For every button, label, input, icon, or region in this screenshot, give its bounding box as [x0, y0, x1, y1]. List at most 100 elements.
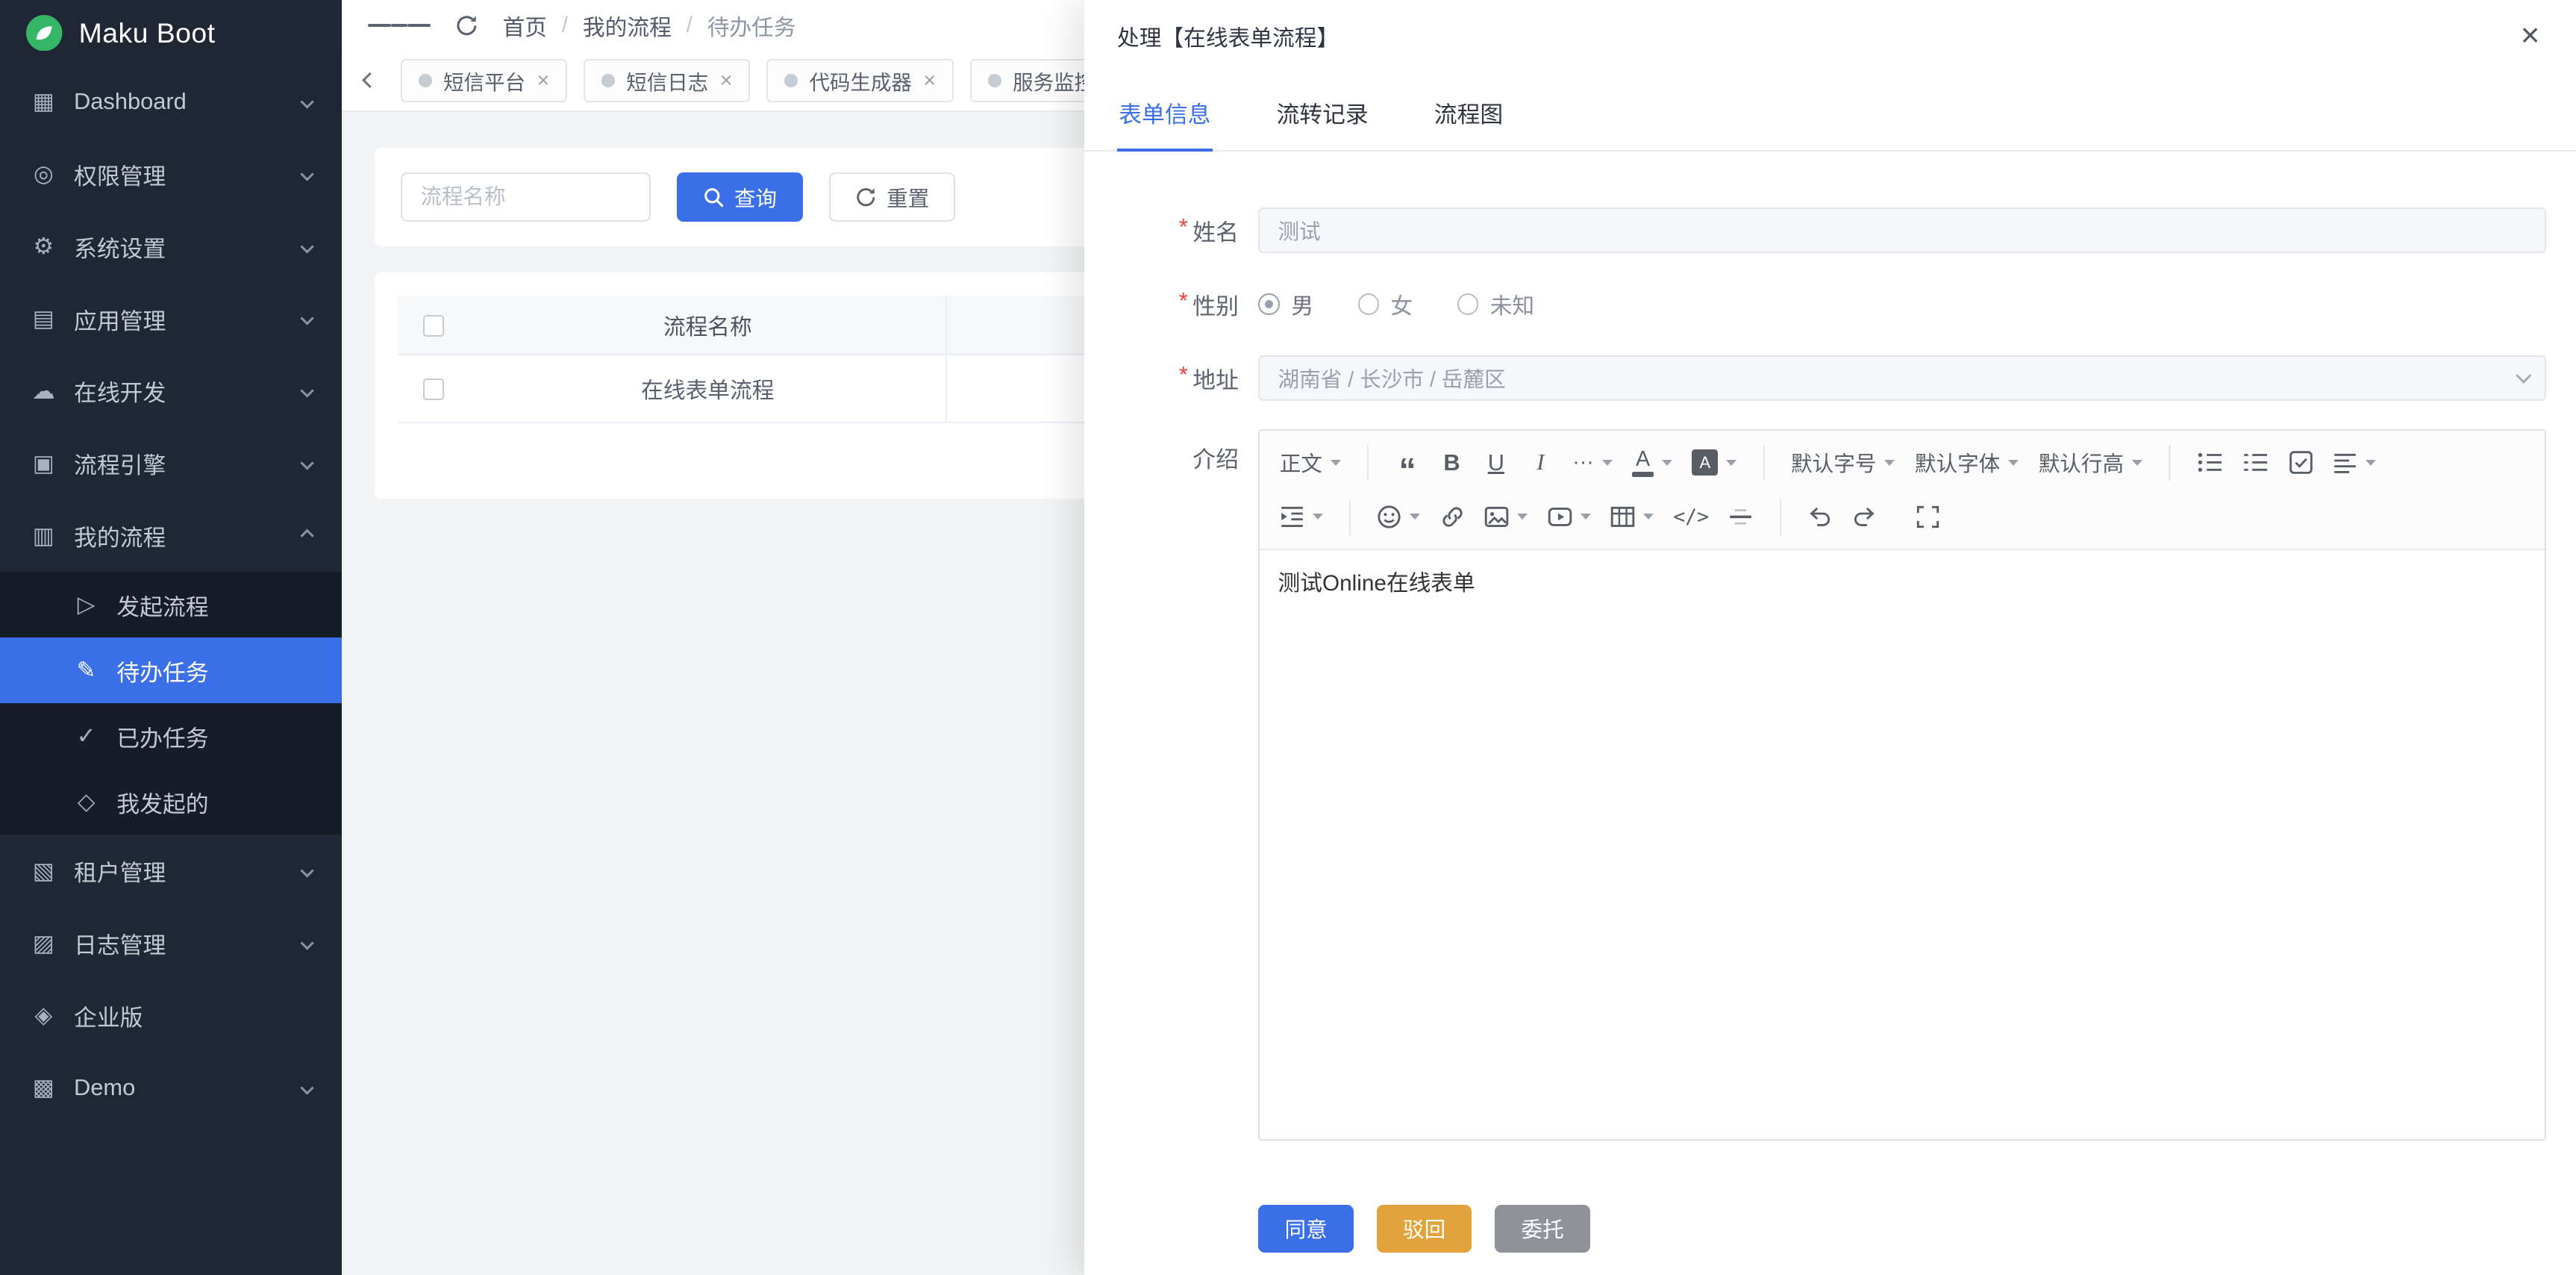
video-select[interactable]: [1539, 496, 1599, 537]
page-tab-label: 短信日志: [626, 66, 708, 96]
align-select[interactable]: [2325, 442, 2384, 483]
drawer-tabs: 表单信息 流转记录 流程图: [1084, 79, 2576, 152]
sidebar-item-logs[interactable]: ▨ 日志管理: [0, 907, 342, 979]
gender-radio-male[interactable]: 男: [1258, 288, 1313, 320]
select-all-checkbox[interactable]: [423, 315, 445, 337]
divider-button[interactable]: [1720, 496, 1761, 537]
address-select[interactable]: 湖南省 / 长沙市 / 岳麓区: [1258, 355, 2546, 402]
close-icon[interactable]: ×: [720, 70, 733, 92]
caret-down-icon: [1662, 460, 1672, 466]
editor-toolbar: 正文 “ B U I ···: [1260, 431, 2545, 550]
close-icon[interactable]: ×: [537, 70, 550, 92]
sidebar-item-dashboard[interactable]: ▦ Dashboard: [0, 66, 342, 138]
more-styles-select[interactable]: ···: [1564, 442, 1621, 483]
link-button[interactable]: [1432, 496, 1473, 537]
collapse-sidebar-icon[interactable]: [368, 19, 431, 31]
table-select[interactable]: [1602, 496, 1662, 537]
close-icon[interactable]: ×: [923, 70, 936, 92]
sidebar-item-start-process[interactable]: ▷ 发起流程: [0, 572, 342, 638]
sidebar-item-workflow-engine[interactable]: ▣ 流程引擎: [0, 427, 342, 499]
underline-button[interactable]: U: [1475, 442, 1516, 483]
sidebar-item-online-dev[interactable]: ☁ 在线开发: [0, 355, 342, 427]
reject-button[interactable]: 驳回: [1377, 1205, 1472, 1253]
start-process-icon: ▷: [72, 591, 100, 618]
divider-icon: [1728, 505, 1753, 529]
tab-form-info[interactable]: 表单信息: [1117, 79, 1213, 152]
sidebar-item-permissions[interactable]: ◎ 权限管理: [0, 138, 342, 211]
paragraph-style-select[interactable]: 正文: [1272, 442, 1349, 483]
link-icon: [1440, 505, 1465, 529]
sidebar-item-enterprise[interactable]: ◈ 企业版: [0, 979, 342, 1052]
sidebar-item-demo[interactable]: ▩ Demo: [0, 1052, 342, 1124]
todo-list-button[interactable]: [2280, 442, 2322, 483]
app-root: Maku Boot ▦ Dashboard ◎ 权限管理 ⚙ 系统设置 ▤ 应用…: [0, 0, 2576, 1275]
caret-down-icon: [2366, 460, 2376, 466]
ordered-list-button[interactable]: [2234, 442, 2277, 483]
tab-dot-icon: [601, 74, 615, 87]
highlight-color-icon: A: [1692, 449, 1718, 476]
tab-dot-icon: [419, 74, 432, 87]
editor-content[interactable]: 测试Online在线表单: [1260, 550, 2545, 1139]
delegate-button[interactable]: 委托: [1495, 1205, 1590, 1253]
bold-button[interactable]: B: [1431, 442, 1472, 483]
font-size-select[interactable]: 默认字号: [1783, 442, 1903, 483]
breadcrumb-home[interactable]: 首页: [503, 10, 547, 42]
drawer-actions: 同意 驳回 委托: [1258, 1169, 2546, 1253]
tab-flow-records[interactable]: 流转记录: [1275, 79, 1370, 150]
initiated-icon: ◇: [72, 788, 100, 815]
sidebar: Maku Boot ▦ Dashboard ◎ 权限管理 ⚙ 系统设置 ▤ 应用…: [0, 0, 342, 1275]
page-tab-sms-log[interactable]: 短信日志 ×: [584, 59, 750, 102]
line-height-select[interactable]: 默认行高: [2031, 442, 2151, 483]
font-color-select[interactable]: A: [1624, 442, 1681, 483]
gender-radio-female[interactable]: 女: [1358, 288, 1413, 320]
workflow-engine-icon: ▣: [30, 450, 57, 477]
code-block-button[interactable]: </>: [1665, 496, 1717, 537]
my-process-icon: ▥: [30, 523, 57, 549]
page-tab-sms-platform[interactable]: 短信平台 ×: [401, 59, 567, 102]
intro-label: 介绍: [1107, 440, 1259, 474]
reset-button[interactable]: 重置: [829, 172, 955, 222]
refresh-page-icon[interactable]: [455, 14, 478, 37]
sidebar-item-tenant[interactable]: ▧ 租户管理: [0, 835, 342, 907]
sidebar-item-todo-tasks[interactable]: ✎ 待办任务: [0, 638, 342, 703]
redo-button[interactable]: [1844, 496, 1885, 537]
query-button[interactable]: 查询: [677, 172, 803, 222]
cloud-dev-icon: ☁: [30, 378, 57, 405]
name-field[interactable]: 测试: [1258, 208, 2546, 254]
approve-button[interactable]: 同意: [1258, 1205, 1354, 1253]
breadcrumb-separator: /: [687, 13, 693, 38]
page-tab-code-generator[interactable]: 代码生成器 ×: [766, 59, 954, 102]
emoji-select[interactable]: [1369, 496, 1428, 537]
font-family-select[interactable]: 默认字体: [1907, 442, 2027, 483]
close-icon[interactable]: ×: [2521, 19, 2540, 52]
sidebar-submenu-my-process: ▷ 发起流程 ✎ 待办任务 ✓ 已办任务 ◇ 我发起的: [0, 572, 342, 835]
sidebar-item-done-tasks[interactable]: ✓ 已办任务: [0, 703, 342, 769]
breadcrumb-my-process[interactable]: 我的流程: [583, 10, 672, 42]
row-checkbox[interactable]: [423, 378, 445, 400]
tabs-scroll-left-icon[interactable]: [355, 75, 385, 86]
sidebar-item-my-process[interactable]: ▥ 我的流程: [0, 499, 342, 572]
process-handle-drawer: 处理【在线表单流程】 × 表单信息 流转记录 流程图 * 姓名 测试: [1084, 0, 2576, 1275]
chevron-down-icon: [300, 167, 314, 181]
apps-icon: ▤: [30, 305, 57, 332]
fullscreen-button[interactable]: [1907, 496, 1948, 537]
quote-button[interactable]: “: [1387, 442, 1428, 483]
indent-icon: [1280, 505, 1304, 529]
sidebar-item-initiated[interactable]: ◇ 我发起的: [0, 769, 342, 835]
italic-button[interactable]: I: [1520, 442, 1561, 483]
sidebar-item-system-settings[interactable]: ⚙ 系统设置: [0, 211, 342, 283]
bullet-list-button[interactable]: [2189, 442, 2231, 483]
page-tab-label: 服务监控: [1013, 66, 1095, 96]
gender-label: * 性别: [1107, 287, 1259, 321]
chevron-down-icon: [300, 1081, 314, 1095]
sidebar-item-app-management[interactable]: ▤ 应用管理: [0, 283, 342, 355]
tab-flow-diagram[interactable]: 流程图: [1433, 79, 1505, 150]
form-row-intro: 介绍 正文 “ B U: [1107, 429, 2547, 1141]
undo-button[interactable]: [1799, 496, 1840, 537]
name-label: * 姓名: [1107, 213, 1259, 247]
gender-radio-unknown[interactable]: 未知: [1457, 288, 1534, 320]
indent-select[interactable]: [1272, 496, 1331, 537]
image-select[interactable]: [1476, 496, 1536, 537]
highlight-color-select[interactable]: A: [1684, 442, 1745, 483]
process-name-input[interactable]: [401, 172, 651, 222]
